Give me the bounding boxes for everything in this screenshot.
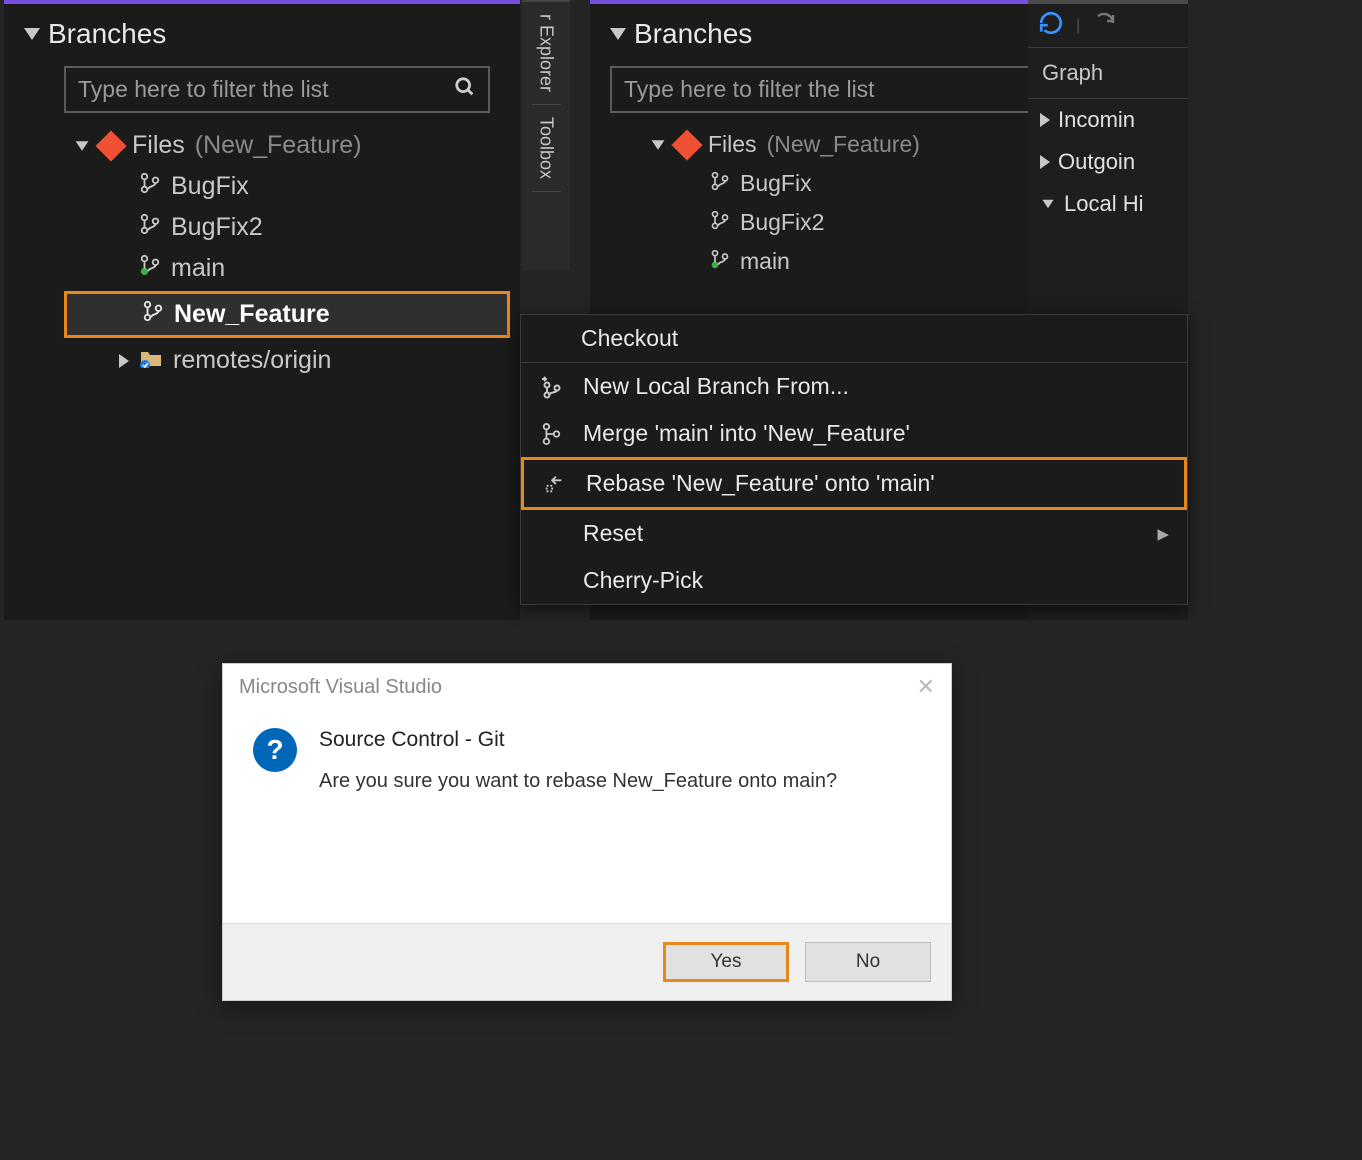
branch-label: BugFix <box>171 172 249 201</box>
branch-label: New_Feature <box>174 300 330 329</box>
dialog-text: Source Control - Git Are you sure you wa… <box>319 728 837 913</box>
branch-label: BugFix <box>740 170 812 197</box>
filter-input[interactable] <box>78 76 454 103</box>
branch-icon <box>710 248 730 275</box>
branch-item-new-feature[interactable]: New_Feature <box>64 291 510 338</box>
filter-box[interactable] <box>64 66 490 113</box>
rebase-icon <box>540 473 568 495</box>
branch-label: main <box>740 248 790 275</box>
local-label: Local Hi <box>1064 191 1143 217</box>
branch-icon <box>139 172 161 201</box>
remotes-row[interactable]: remotes/origin <box>64 340 520 381</box>
folder-icon <box>139 346 163 375</box>
refresh-icon[interactable] <box>1038 10 1064 41</box>
incoming-label: Incomin <box>1058 107 1135 133</box>
collapse-icon <box>1042 200 1053 208</box>
branch-context-menu: Checkout New Local Branch From... Merge … <box>520 314 1188 605</box>
graph-header: Graph <box>1028 48 1188 99</box>
branch-item-main[interactable]: main <box>64 248 520 289</box>
dialog-title: Microsoft Visual Studio <box>239 676 442 699</box>
graph-incoming[interactable]: Incomin <box>1028 99 1188 141</box>
git-icon <box>671 129 702 160</box>
tab-toolbox[interactable]: Toolbox <box>532 105 561 192</box>
dialog-titlebar: Microsoft Visual Studio ✕ <box>223 664 951 710</box>
branches-header[interactable]: Branches <box>4 4 520 58</box>
dialog-message: Are you sure you want to rebase New_Feat… <box>319 770 837 793</box>
ctx-checkout[interactable]: Checkout <box>521 315 1187 363</box>
ctx-label: Rebase 'New_Feature' onto 'main' <box>586 470 935 497</box>
ctx-new-branch[interactable]: New Local Branch From... <box>521 363 1187 410</box>
branches-title: Branches <box>48 18 166 50</box>
close-icon[interactable]: ✕ <box>917 674 935 700</box>
expand-icon <box>1040 113 1050 127</box>
search-icon[interactable] <box>454 76 476 103</box>
expand-icon <box>76 141 89 151</box>
outgoing-label: Outgoin <box>1058 149 1135 175</box>
ctx-label: New Local Branch From... <box>583 373 849 400</box>
repo-label: Files <box>132 131 185 160</box>
ctx-label: Cherry-Pick <box>583 567 703 594</box>
confirm-rebase-dialog: Microsoft Visual Studio ✕ ? Source Contr… <box>222 663 952 1001</box>
no-button[interactable]: No <box>805 942 931 982</box>
repo-branch: (New_Feature) <box>195 131 362 160</box>
repo-row[interactable]: Files (New_Feature) <box>64 125 520 166</box>
yes-button[interactable]: Yes <box>663 942 789 982</box>
branch-tree: Files (New_Feature) BugFix BugFix2 main … <box>4 125 520 381</box>
dialog-body: ? Source Control - Git Are you sure you … <box>223 710 951 923</box>
ctx-label: Checkout <box>581 325 678 352</box>
dialog-buttons: Yes No <box>223 923 951 1000</box>
expand-icon <box>652 140 665 150</box>
repo-branch: (New_Feature) <box>767 131 920 158</box>
ctx-rebase[interactable]: Rebase 'New_Feature' onto 'main' <box>521 457 1187 510</box>
tab-explorer[interactable]: r Explorer <box>532 2 561 105</box>
sync-icon[interactable] <box>1092 11 1116 40</box>
dialog-heading: Source Control - Git <box>319 728 837 752</box>
vertical-tabs: r Explorer Toolbox <box>522 0 570 270</box>
ctx-cherry-pick[interactable]: Cherry-Pick <box>521 557 1187 604</box>
branches-panel-left: Branches Files (New_Feature) BugFix BugF… <box>4 0 520 620</box>
ctx-label: Merge 'main' into 'New_Feature' <box>583 420 910 447</box>
ctx-reset[interactable]: Reset ▸ <box>521 510 1187 557</box>
repo-label: Files <box>708 131 757 158</box>
merge-icon <box>537 423 565 445</box>
branch-label: main <box>171 254 225 283</box>
question-icon: ? <box>253 728 297 772</box>
ctx-merge[interactable]: Merge 'main' into 'New_Feature' <box>521 410 1187 457</box>
submenu-arrow-icon: ▸ <box>1157 520 1169 547</box>
branch-icon <box>710 170 730 197</box>
expand-icon <box>119 354 129 368</box>
new-branch-icon <box>537 375 565 399</box>
remotes-label: remotes/origin <box>173 346 331 375</box>
branch-label: BugFix2 <box>171 213 263 242</box>
branch-item-bugfix[interactable]: BugFix <box>64 166 520 207</box>
graph-outgoing[interactable]: Outgoin <box>1028 141 1188 183</box>
branch-icon <box>142 300 164 329</box>
collapse-icon <box>24 28 40 40</box>
graph-toolbar: | <box>1028 4 1188 48</box>
git-icon <box>95 130 126 161</box>
collapse-icon <box>610 28 626 40</box>
branch-icon <box>710 209 730 236</box>
graph-local-history[interactable]: Local Hi <box>1028 183 1188 225</box>
expand-icon <box>1040 155 1050 169</box>
ctx-label: Reset <box>583 520 643 547</box>
branch-icon <box>139 213 161 242</box>
branches-title: Branches <box>634 18 752 50</box>
branch-label: BugFix2 <box>740 209 824 236</box>
branch-icon <box>139 254 161 283</box>
branch-item-bugfix2[interactable]: BugFix2 <box>64 207 520 248</box>
